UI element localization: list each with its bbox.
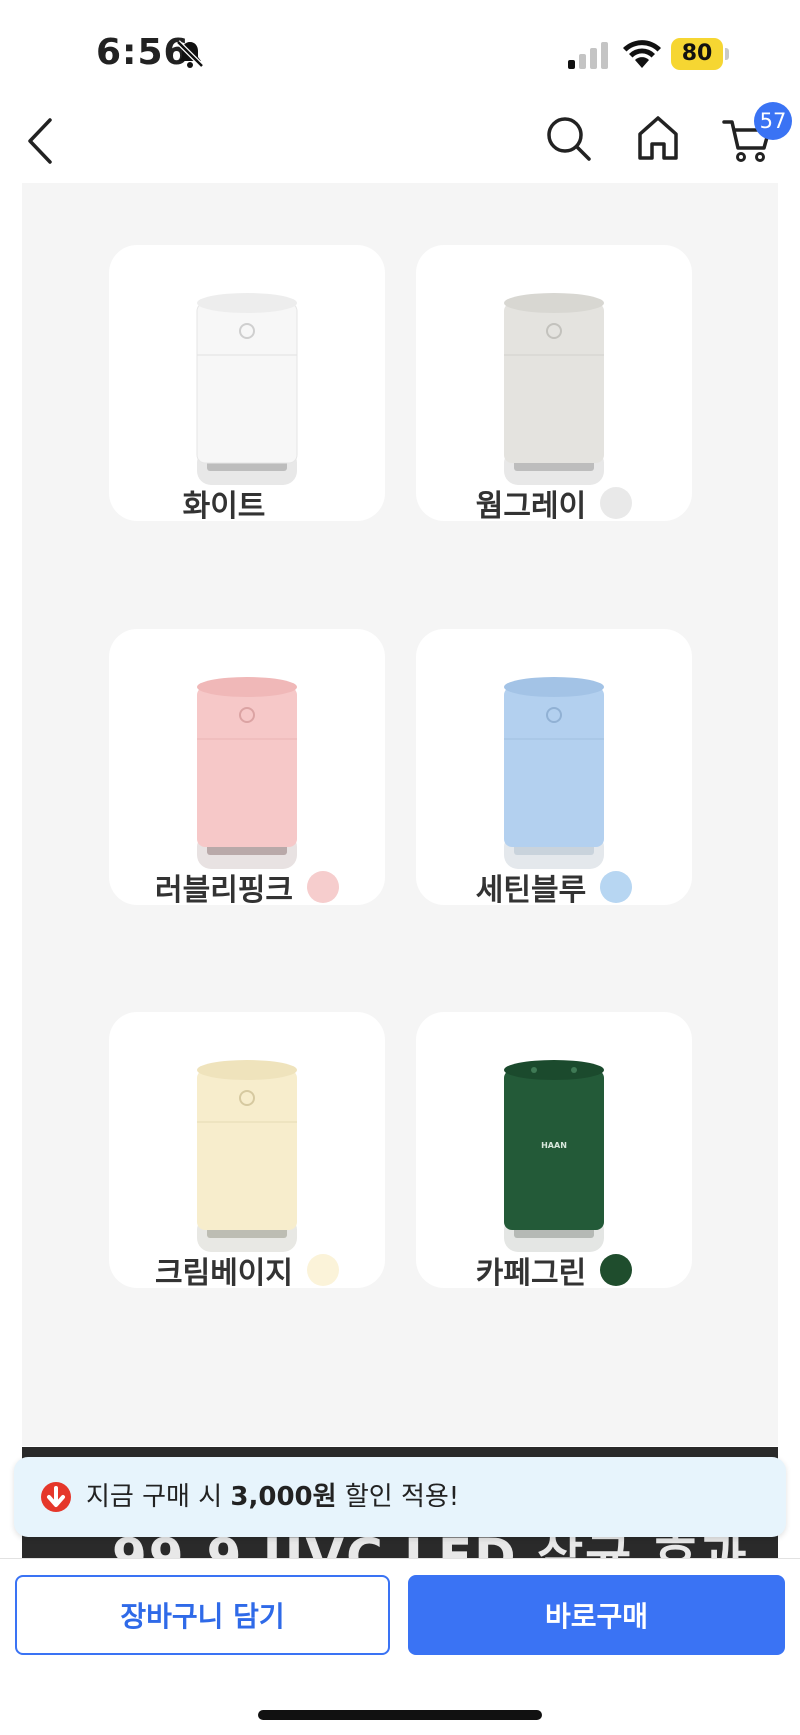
color-name: 카페그린 — [475, 1256, 587, 1291]
cellular-signal-icon — [568, 42, 608, 69]
humidifier-image — [196, 293, 298, 485]
color-option-lovely-pink[interactable]: 러블리핑크 — [77, 863, 417, 911]
promo-message: 지금 구매 시 3,000원 할인 적용! — [86, 1457, 459, 1537]
humidifier-image — [504, 677, 604, 869]
battery-percent: 80 — [681, 41, 713, 66]
promo-suffix: 할인 적용! — [336, 1482, 460, 1512]
back-arrow-icon[interactable] — [26, 116, 54, 166]
color-option-cream-beige[interactable]: 크림베이지 — [77, 1246, 417, 1294]
color-name: 웜그레이 — [475, 489, 587, 524]
home-icon[interactable] — [636, 114, 680, 162]
discount-promo-toast[interactable]: 지금 구매 시 3,000원 할인 적용! — [14, 1457, 786, 1537]
humidifier-image — [504, 293, 604, 485]
product-color-options: 화이트 웜그레이 러블리핑크 세틴블루 크림베이지 HAAN 카페그린 — [22, 183, 778, 1446]
color-swatch-lovely-pink — [307, 871, 339, 903]
wifi-icon — [623, 40, 661, 68]
color-option-white[interactable]: 화이트 — [77, 479, 417, 527]
color-name: 러블리핑크 — [155, 873, 293, 908]
color-name: 크림베이지 — [155, 1256, 293, 1291]
color-swatch-white — [279, 487, 312, 519]
color-swatch-warm-gray — [600, 487, 633, 519]
humidifier-image — [197, 677, 297, 869]
cart-count-badge[interactable]: 57 — [754, 102, 792, 140]
top-navigation — [0, 100, 800, 182]
color-option-warm-gray[interactable]: 웜그레이 — [384, 479, 724, 527]
color-swatch-satin-blue — [600, 871, 633, 903]
add-to-cart-button[interactable]: 장바구니 담기 — [15, 1575, 390, 1655]
home-indicator[interactable] — [258, 1710, 542, 1720]
brand-logo-text: HAAN — [541, 1141, 567, 1150]
search-icon[interactable] — [546, 116, 592, 162]
promo-amount: 3,000원 — [230, 1482, 337, 1512]
color-name: 화이트 — [182, 489, 266, 524]
color-swatch-cream-beige — [307, 1254, 339, 1286]
down-arrow-circle-icon — [41, 1482, 71, 1512]
promo-prefix: 지금 구매 시 — [86, 1482, 231, 1512]
battery-indicator: 80 — [671, 38, 729, 70]
bell-muted-icon — [176, 40, 204, 68]
buy-now-button[interactable]: 바로구매 — [408, 1575, 785, 1655]
color-name: 세틴블루 — [475, 873, 587, 908]
humidifier-image — [197, 1060, 297, 1252]
color-swatch-cafe-green — [600, 1254, 633, 1286]
color-option-satin-blue[interactable]: 세틴블루 — [384, 863, 724, 911]
status-bar: 6:56 80 — [0, 0, 800, 100]
color-option-cafe-green[interactable]: 카페그린 — [384, 1246, 724, 1294]
humidifier-image: HAAN — [504, 1060, 604, 1252]
